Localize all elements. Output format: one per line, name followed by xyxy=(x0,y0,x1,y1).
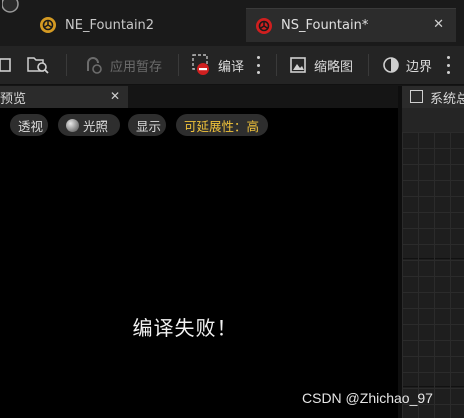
folder-search-icon xyxy=(27,57,49,74)
system-overview-tab[interactable]: 系统总 xyxy=(402,86,464,108)
scalability-label: 可延展性：高 xyxy=(184,118,260,134)
compile-options-icon[interactable] xyxy=(256,56,260,74)
show-label: 显示 xyxy=(136,118,162,134)
preview-tab[interactable]: 预览 ✕ xyxy=(0,86,128,108)
thumbnail-button[interactable]: 缩略图 xyxy=(290,46,353,84)
lit-sphere-icon xyxy=(66,118,79,132)
toolbar-separator xyxy=(368,54,369,76)
thumbnail-label: 缩略图 xyxy=(314,59,354,75)
toolbar-separator xyxy=(178,54,179,76)
system-overview-icon xyxy=(410,90,423,103)
tab-title: NE_Fountain2 xyxy=(65,17,155,33)
tab-ns-fountain[interactable]: NS_Fountain* ✕ xyxy=(246,8,456,42)
bounds-label: 边界 xyxy=(406,59,433,75)
lit-mode-button[interactable]: 光照 xyxy=(58,114,120,136)
watermark: CSDN @Zhichao_97 xyxy=(302,390,433,406)
preview-tab-strip xyxy=(128,86,398,108)
bounds-button[interactable]: 边界 xyxy=(382,46,432,84)
system-overview-toolbar xyxy=(402,108,464,132)
unreal-logo-icon xyxy=(2,0,19,13)
show-button[interactable]: 显示 xyxy=(128,114,166,136)
close-preview-icon[interactable]: ✕ xyxy=(110,89,120,103)
apply-label: 应用暂存 xyxy=(110,59,163,75)
compile-button[interactable]: 编译 xyxy=(192,46,244,84)
niagara-system-icon xyxy=(256,17,272,34)
niagara-emitter-icon xyxy=(40,17,56,33)
compile-failed-message: 编译失败！ xyxy=(132,316,238,340)
compile-error-icon xyxy=(192,54,209,75)
compile-label: 编译 xyxy=(218,59,245,75)
save-button[interactable] xyxy=(0,46,20,84)
tab-bar: NE_Fountain2 NS_Fountain* ✕ xyxy=(0,0,464,46)
bounds-icon xyxy=(383,57,399,73)
thumbnail-icon xyxy=(290,57,306,73)
preview-title: 预览 xyxy=(0,92,27,107)
toolbar-separator xyxy=(276,54,277,76)
bounds-options-icon[interactable] xyxy=(446,56,450,74)
browse-asset-button[interactable] xyxy=(26,46,52,84)
close-tab-icon[interactable]: ✕ xyxy=(433,17,444,32)
system-overview-title: 系统总 xyxy=(430,92,464,107)
graph-grid[interactable] xyxy=(402,132,464,418)
lit-label: 光照 xyxy=(83,118,109,134)
apply-button[interactable]: 应用暂存 xyxy=(84,46,162,84)
toolbar: 应用暂存 编译 缩略图 边界 xyxy=(0,46,464,85)
apply-changes-icon xyxy=(87,57,102,74)
perspective-button[interactable]: 透视 xyxy=(10,114,48,136)
save-icon xyxy=(0,58,11,72)
tab-title: NS_Fountain* xyxy=(281,18,369,33)
scalability-button[interactable]: 可延展性：高 xyxy=(176,114,268,136)
perspective-label: 透视 xyxy=(18,118,44,134)
tab-ne-fountain2[interactable]: NE_Fountain2 xyxy=(30,8,242,42)
toolbar-separator xyxy=(66,54,67,76)
